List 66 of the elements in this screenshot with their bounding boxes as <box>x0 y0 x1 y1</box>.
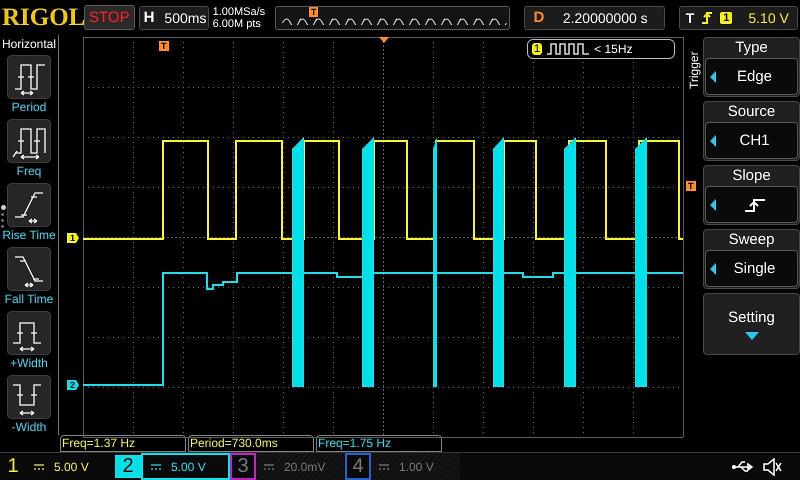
dc-coupling-icon <box>379 462 389 470</box>
measure-button[interactable]: Fall Time <box>0 243 65 307</box>
measurement-readout: Freq=1.75 Hz <box>316 435 442 452</box>
measure-button[interactable]: Freq <box>0 115 65 179</box>
dc-coupling-icon <box>151 462 161 470</box>
menu-label: Type <box>734 38 769 58</box>
rising-edge-icon <box>700 10 714 26</box>
center-marker-icon <box>379 37 389 43</box>
menu-title: Trigger <box>687 50 699 89</box>
measurement-readout: Period=730.0ms <box>188 435 314 452</box>
menu-title: Horizontal <box>1 37 58 51</box>
pulse-frequency-icon <box>7 119 51 163</box>
sample-rate: 1.00MSa/s <box>212 6 266 18</box>
channel-badge: 1 <box>720 12 732 24</box>
dc-coupling-icon <box>264 462 274 470</box>
trigger-level-marker: T <box>686 181 696 191</box>
pulse-train-icon <box>546 42 590 56</box>
channel-scale[interactable]: 20.0mV <box>256 453 345 480</box>
falling-edge-icon <box>7 247 51 291</box>
pulse-period-icon <box>7 55 51 99</box>
measure-button[interactable]: Period <box>0 51 65 115</box>
channel-number[interactable]: 3 <box>230 453 256 480</box>
speaker-muted-icon <box>762 458 782 476</box>
measurement-readout: Freq=1.37 Hz <box>60 435 186 452</box>
delay-label: D <box>533 9 544 26</box>
negative-pulse-icon <box>7 375 51 419</box>
channel-badge: 1 <box>532 43 542 55</box>
channel-number[interactable]: 1 <box>0 455 26 478</box>
caret-left-icon <box>710 70 716 82</box>
trigger-position-marker: T <box>308 6 318 16</box>
channel-scale[interactable]: 5.00 V <box>26 453 115 480</box>
positive-pulse-icon <box>7 311 51 355</box>
menu-value-button[interactable]: CH1 <box>705 122 798 159</box>
caret-left-icon <box>710 262 716 274</box>
menu-value-button[interactable]: Single <box>705 250 798 287</box>
caret-left-icon <box>710 134 716 146</box>
channel-number[interactable]: 4 <box>345 453 371 480</box>
trigger-label: T <box>686 10 694 26</box>
caret-left-icon <box>710 198 716 210</box>
usb-icon <box>732 460 756 474</box>
channel-number[interactable]: 2 <box>115 455 141 478</box>
measure-button[interactable]: Rise Time <box>0 179 65 243</box>
rising-edge-icon <box>7 183 51 227</box>
trigger-position-marker: T <box>159 41 168 51</box>
menu-value-button[interactable]: Edge <box>705 58 798 95</box>
channel-marker: 2 <box>67 380 80 390</box>
timebase-value: 500ms <box>164 10 206 26</box>
run-status[interactable]: STOP <box>84 5 135 30</box>
rising-slope-icon <box>742 196 766 212</box>
measure-button[interactable]: +Width <box>0 307 65 371</box>
menu-label: Sweep <box>728 230 776 250</box>
counter-reading: < 15Hz <box>594 42 632 56</box>
channel-marker: 1 <box>67 233 80 243</box>
menu-label: Slope <box>731 166 772 186</box>
timebase-label: H <box>144 9 154 26</box>
dc-coupling-icon <box>34 462 44 470</box>
delay-value: 2.20000000 s <box>562 10 648 26</box>
channel-scale[interactable]: 1.00 V <box>371 453 460 480</box>
measure-button[interactable]: -Width <box>0 371 65 435</box>
trigger-level: 5.10 V <box>748 10 789 26</box>
channel-scale[interactable]: 5.00 V <box>141 453 230 480</box>
memory-depth: 6.00M pts <box>212 18 262 30</box>
menu-label: Source <box>726 102 776 122</box>
setting-button[interactable]: Setting <box>703 293 800 355</box>
caret-down-icon <box>744 332 758 340</box>
menu-value-button[interactable] <box>705 186 798 223</box>
